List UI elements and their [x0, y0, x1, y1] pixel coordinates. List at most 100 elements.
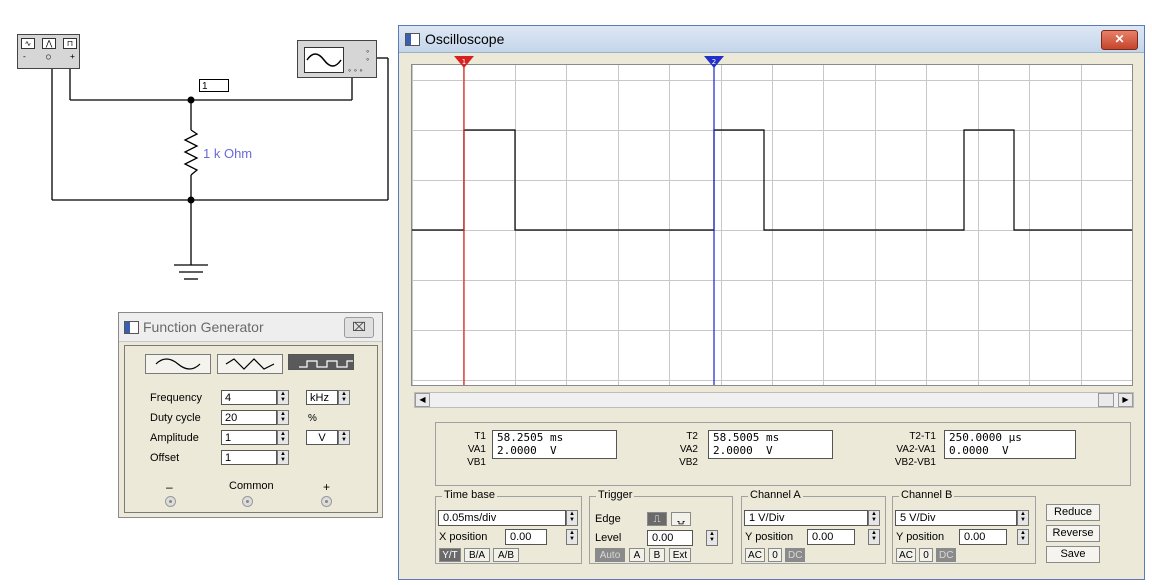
cursor-2-handle[interactable]: 2 [704, 56, 724, 68]
rising-edge-button[interactable]: ⎍ [647, 512, 667, 526]
amplitude-unit-spinner[interactable]: ▲ ▼ [338, 430, 350, 445]
junction-dot [187, 96, 195, 104]
sine-wave-button[interactable] [145, 354, 211, 374]
window-title: Oscilloscope [425, 31, 505, 47]
square-wave-button[interactable] [288, 354, 354, 370]
horizontal-scrollbar[interactable]: ◀ ▶ [414, 392, 1134, 408]
reduce-button[interactable]: Reduce [1046, 504, 1100, 521]
duty-cycle-unit: % [308, 413, 317, 424]
function-generator-instrument-icon[interactable]: ∿ ⋀ ⊓ - ○ + [17, 34, 80, 69]
oscilloscope-window: Oscilloscope ✕ 1 2 ◀ ▶ T1 VA1 VB1 58.250… [398, 25, 1145, 580]
frequency-label: Frequency [150, 392, 202, 404]
sine-icon [304, 47, 344, 73]
yt-mode-button[interactable]: Y/T [439, 548, 461, 562]
frequency-unit-select[interactable]: kHz [306, 390, 338, 405]
trigger-level-spinner[interactable]: ▲ ▼ [706, 530, 718, 546]
node-label: 1 [199, 79, 229, 92]
channel-a-ypos-spinner[interactable]: ▲ ▼ [868, 529, 880, 545]
resistor-symbol [183, 129, 199, 176]
trigger-b-button[interactable]: B [649, 548, 665, 562]
channel-a-ypos-input[interactable]: 0.00 [807, 529, 855, 545]
generator-panel: Frequency 4 ▲ ▼ kHz ▲ ▼ Duty cycle 20 ▲ ▼ %… [124, 345, 378, 513]
duty-cycle-spinner[interactable]: ▲ ▼ [277, 410, 289, 425]
frequency-input[interactable]: 4 [221, 390, 277, 405]
channel-b-zero-button[interactable]: 0 [919, 548, 933, 562]
level-label: Level [595, 532, 622, 544]
common-terminal: ○ [46, 52, 51, 61]
trigger-title: Trigger [596, 489, 635, 501]
channel-a-ypos-label: Y position [745, 531, 794, 543]
triangle-wave-button[interactable] [217, 354, 283, 374]
minus-terminal: - [22, 52, 27, 61]
frequency-unit-spinner[interactable]: ▲ ▼ [338, 390, 350, 405]
window-titlebar[interactable]: Function Generator ⌧ [119, 313, 382, 342]
trigger-level-input[interactable]: 0.00 [647, 530, 693, 546]
duty-cycle-input[interactable]: 20 [221, 410, 277, 425]
close-button[interactable]: ⌧ [344, 317, 374, 338]
oscilloscope-instrument-icon[interactable]: ◦ ◦ ◦ ◦ ◦ [297, 40, 377, 78]
plus-terminal[interactable] [321, 496, 332, 507]
channel-a-dc-button[interactable]: DC [785, 548, 805, 562]
plus-terminal-label: + [323, 480, 331, 494]
window-title: Function Generator [143, 319, 264, 335]
cursor-1-handle[interactable]: 1 [454, 56, 474, 68]
trigger-ext-button[interactable]: Ext [669, 548, 691, 562]
common-terminal-label: Common [229, 480, 274, 492]
measurement-panel: T1 VA1 VB1 58.2505 ms 2.0000 V T2 VA2 VB… [435, 422, 1131, 486]
triangle-icon: ⋀ [42, 38, 56, 49]
amplitude-label: Amplitude [150, 432, 199, 444]
window-titlebar[interactable]: Oscilloscope ✕ [399, 26, 1144, 53]
scope-display [412, 65, 1133, 385]
timebase-scale-spinner[interactable]: ▲ ▼ [566, 510, 578, 526]
x-position-spinner[interactable]: ▲ ▼ [566, 529, 578, 545]
ba-mode-button[interactable]: B/A [464, 548, 490, 562]
scroll-thumb[interactable] [1098, 393, 1114, 407]
amplitude-input[interactable]: 1 [221, 430, 277, 445]
timebase-scale-select[interactable]: 0.05ms/div [438, 510, 566, 526]
ab-mode-button[interactable]: A/B [493, 548, 519, 562]
frequency-spinner[interactable]: ▲ ▼ [277, 390, 289, 405]
channel-a-scale-spinner[interactable]: ▲ ▼ [868, 510, 880, 526]
vb2-label: VB2 [679, 457, 698, 468]
offset-input[interactable]: 1 [221, 450, 277, 465]
close-button[interactable]: ✕ [1101, 30, 1138, 50]
channel-a-title: Channel A [748, 489, 803, 501]
trigger-auto-button[interactable]: Auto [595, 548, 625, 562]
channel-a-scale-select[interactable]: 1 V/Div [744, 510, 868, 526]
delta-readout: 250.0000 µs 0.0000 V [944, 430, 1076, 459]
x-position-input[interactable]: 0.00 [505, 529, 547, 545]
channel-b-ypos-spinner[interactable]: ▲ ▼ [1017, 529, 1029, 545]
oscilloscope-screen[interactable]: 1 2 [411, 56, 1133, 386]
duty-cycle-label: Duty cycle [150, 412, 201, 424]
vb1-label: VB1 [467, 457, 486, 468]
channel-b-scale-select[interactable]: 5 V/Div [895, 510, 1017, 526]
channel-a-ac-button[interactable]: AC [745, 548, 765, 562]
channel-b-scale-spinner[interactable]: ▲ ▼ [1017, 510, 1029, 526]
channel-b-dc-button[interactable]: DC [936, 548, 956, 562]
channel-b-ypos-input[interactable]: 0.00 [959, 529, 1007, 545]
t2-readout: 58.5005 ms 2.0000 V [708, 430, 833, 459]
t2-t1-label: T2-T1 [909, 431, 936, 442]
window-icon [405, 33, 420, 46]
va1-label: VA1 [467, 444, 486, 455]
channel-a-zero-button[interactable]: 0 [768, 548, 782, 562]
offset-spinner[interactable]: ▲ ▼ [277, 450, 289, 465]
amplitude-unit-select[interactable]: V [306, 430, 338, 445]
window-icon [124, 321, 139, 334]
save-button[interactable]: Save [1046, 546, 1100, 563]
function-generator-window: Function Generator ⌧ Frequency 4 ▲ ▼ kHz … [118, 312, 383, 518]
plus-terminal: + [70, 52, 75, 61]
amplitude-spinner[interactable]: ▲ ▼ [277, 430, 289, 445]
minus-terminal[interactable] [165, 496, 176, 507]
t1-label: T1 [474, 431, 486, 442]
scroll-right-button[interactable]: ▶ [1118, 393, 1133, 407]
channel-b-ac-button[interactable]: AC [896, 548, 916, 562]
svg-text:2: 2 [712, 58, 716, 66]
reverse-button[interactable]: Reverse [1046, 525, 1100, 542]
trigger-a-button[interactable]: A [629, 548, 645, 562]
common-terminal[interactable] [242, 496, 253, 507]
timebase-title: Time base [442, 489, 497, 501]
scroll-left-button[interactable]: ◀ [415, 393, 430, 407]
falling-edge-button[interactable]: ⍽ [671, 512, 691, 526]
x-position-label: X position [439, 531, 488, 543]
